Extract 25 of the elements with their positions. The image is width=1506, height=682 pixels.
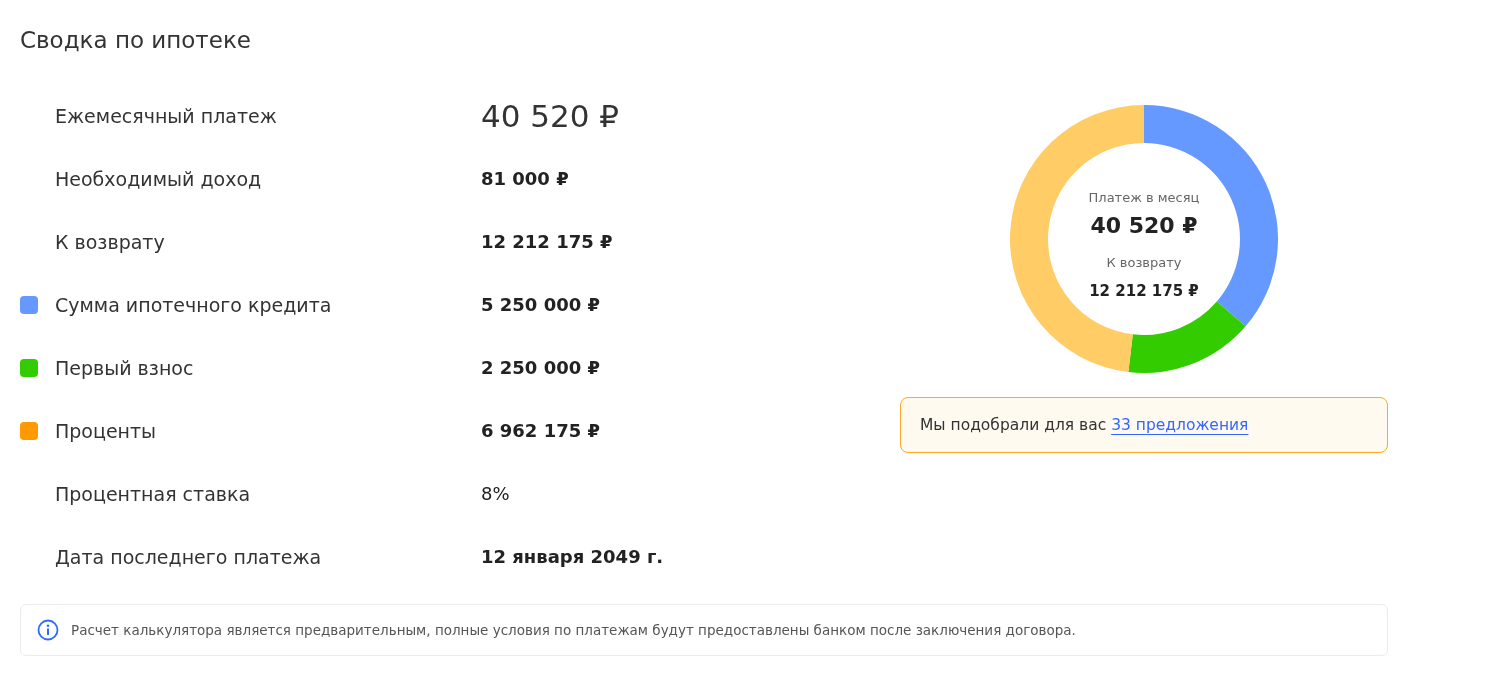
- summary-label: Процентная ставка: [55, 482, 251, 505]
- donut-caption: Платеж в месяц: [1088, 189, 1200, 207]
- summary-value: 81 000 ₽: [481, 168, 569, 189]
- summary-value: 40 520 ₽: [481, 97, 620, 134]
- summary-label: Первый взнос: [55, 356, 194, 379]
- summary-value: 6 962 175 ₽: [481, 420, 600, 441]
- summary-value: 8%: [481, 483, 510, 504]
- disclaimer-text: Расчет калькулятора является предварительным, полные условия по платежам будут предоставлены банком после заключения договора.: [71, 622, 1076, 638]
- summary-value: 12 января 2049 г.: [481, 546, 664, 567]
- summary-value: 5 250 000 ₽: [481, 294, 600, 315]
- donut-caption: К возврату: [1106, 254, 1182, 272]
- summary-value: 2 250 000 ₽: [481, 357, 600, 378]
- donut-amount: 40 520 ₽: [1090, 212, 1198, 240]
- summary-label: Дата последнего платежа: [55, 545, 322, 568]
- summary-label: Необходимый доход: [55, 167, 262, 190]
- summary-value: 12 212 175 ₽: [481, 231, 613, 252]
- offer-text: Мы подобрали для вас 33 предложения: [920, 416, 1249, 434]
- info-icon: [37, 619, 59, 641]
- donut-amount: 12 212 175 ₽: [1089, 281, 1199, 302]
- section-title: Сводка по ипотеке: [20, 26, 251, 55]
- offers-link[interactable]: 33 предложения: [1111, 416, 1249, 434]
- summary-label: Ежемесячный платеж: [55, 104, 277, 127]
- summary-label: Проценты: [55, 419, 157, 442]
- summary-label: К возврату: [55, 230, 165, 253]
- summary-label: Сумма ипотечного кредита: [55, 293, 332, 316]
